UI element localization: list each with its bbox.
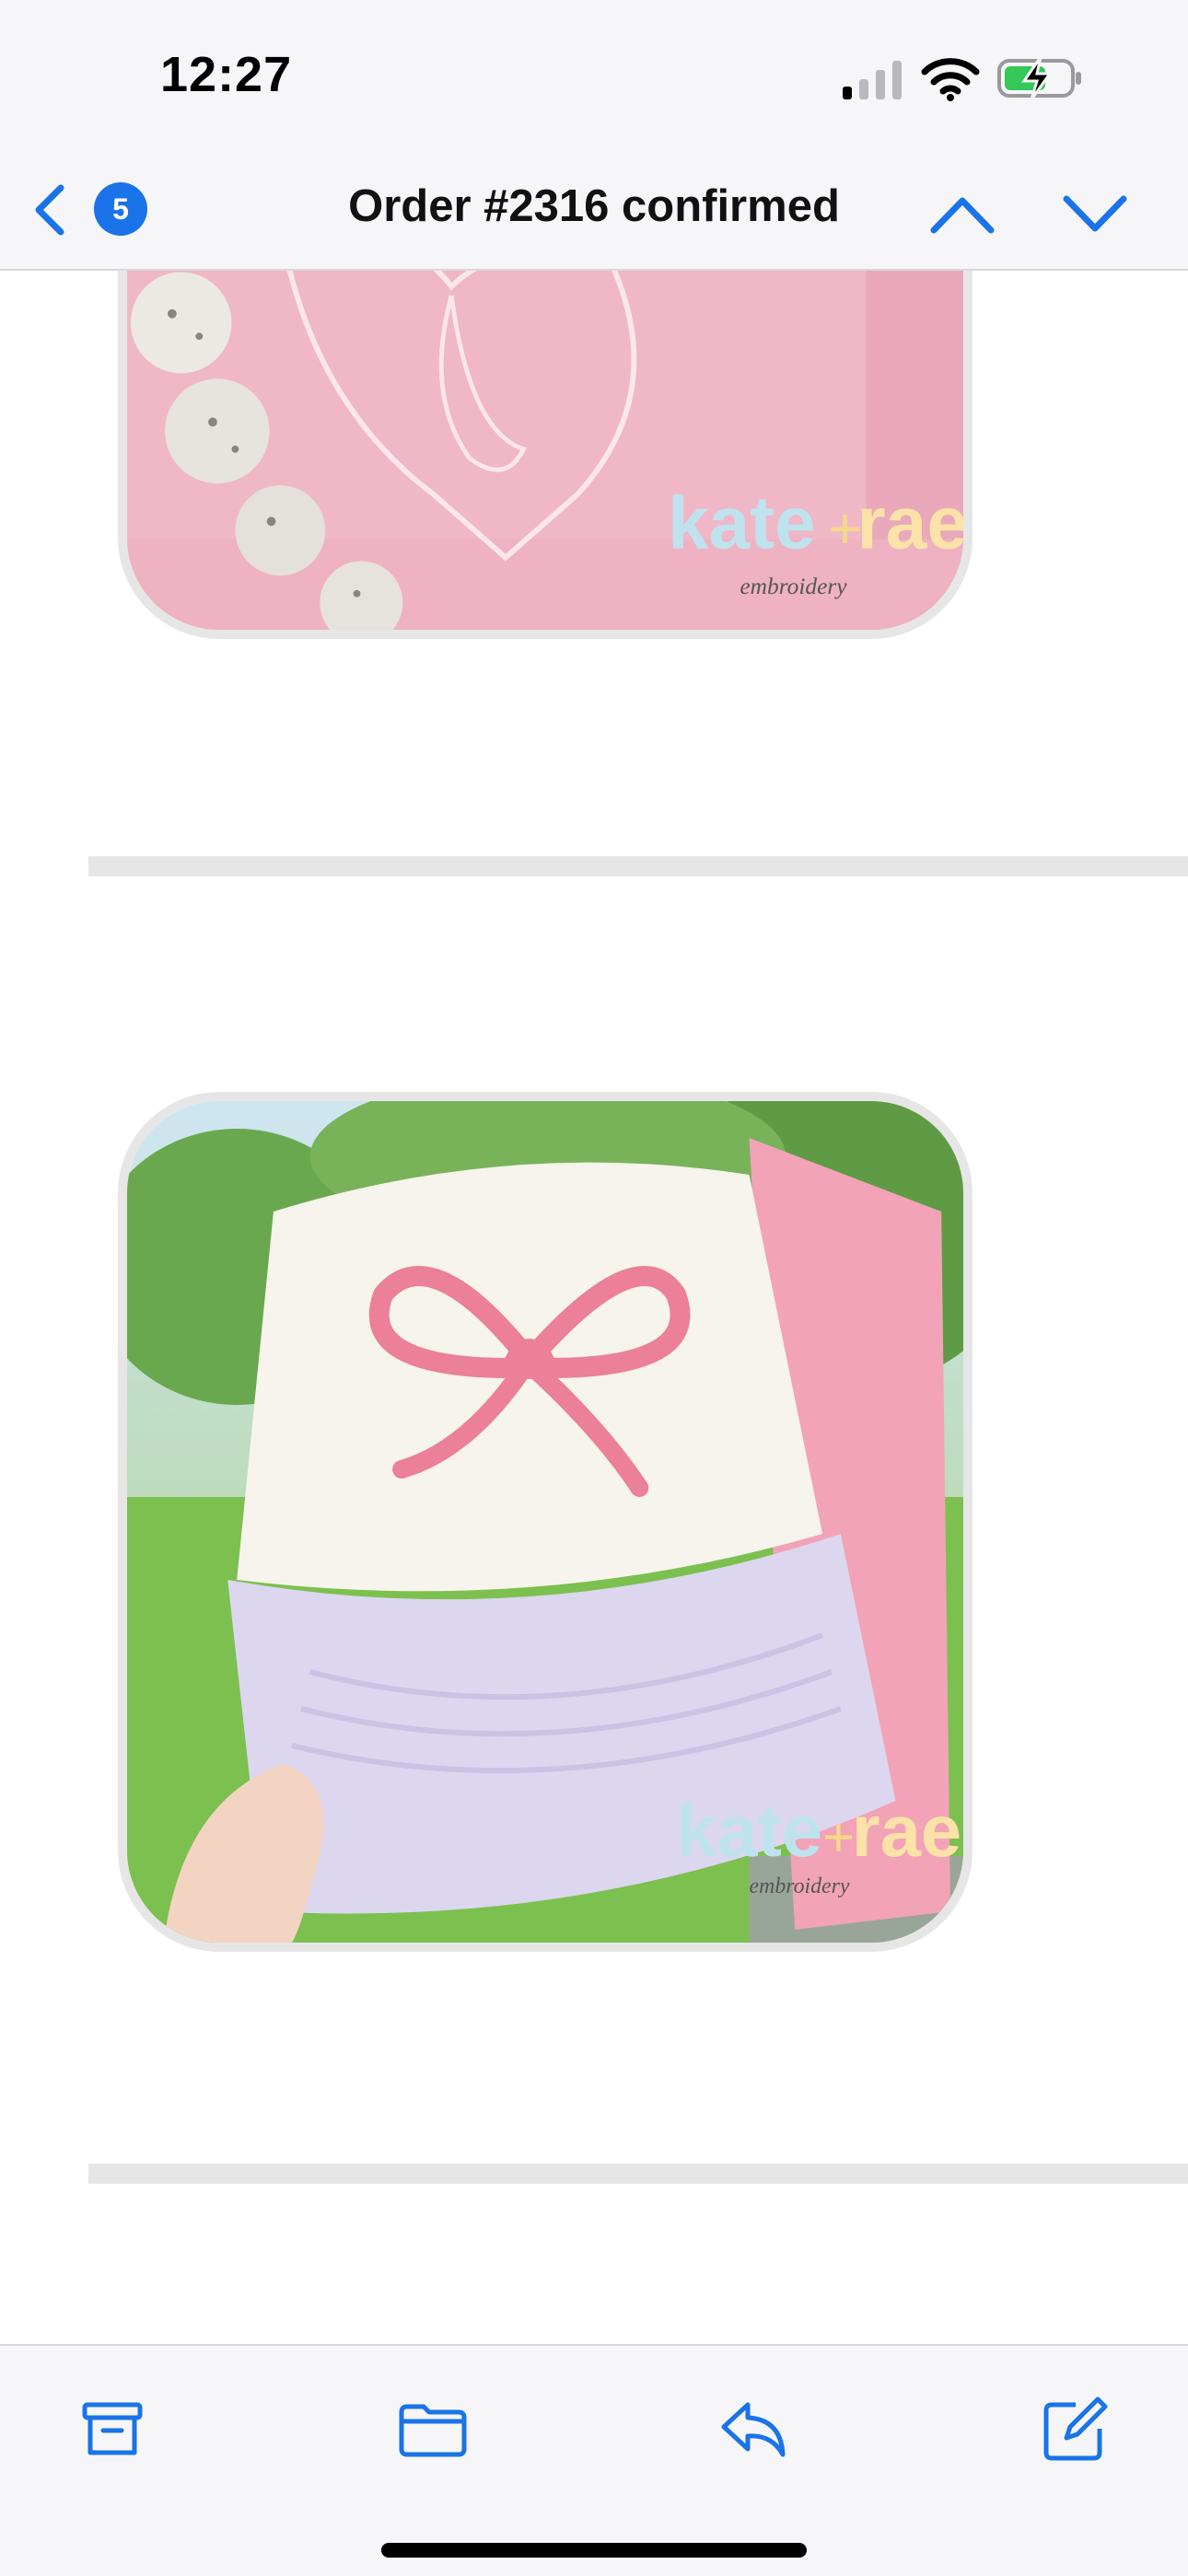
wifi-icon xyxy=(921,58,980,101)
status-time: 12:27 xyxy=(160,47,293,102)
email-body[interactable]: kate + rae embroidery kate + rae embroid… xyxy=(0,271,1188,2344)
svg-text:rae: rae xyxy=(857,482,963,565)
previous-message-button[interactable] xyxy=(926,191,998,238)
nav-bar: 5 Order #2316 confirmed xyxy=(0,138,1188,271)
reply-icon[interactable] xyxy=(716,2392,790,2466)
trucker-hat-photo: kate + rae embroidery xyxy=(127,1101,963,1943)
page-title: Order #2316 confirmed xyxy=(348,181,840,231)
battery-charging-icon xyxy=(997,56,1081,100)
svg-text:embroidery: embroidery xyxy=(740,573,847,599)
svg-text:+: + xyxy=(822,1806,855,1868)
folder-icon[interactable] xyxy=(396,2392,470,2466)
back-button[interactable]: 5 xyxy=(28,179,157,238)
archive-icon[interactable] xyxy=(76,2392,149,2466)
product-image-sweatshirt[interactable]: kate + rae embroidery xyxy=(118,271,973,639)
next-message-button[interactable] xyxy=(1059,191,1131,238)
section-divider xyxy=(88,2164,1188,2184)
cellular-signal-icon xyxy=(843,61,902,99)
status-bar: 12:27 xyxy=(0,0,1188,138)
svg-text:kate: kate xyxy=(668,482,816,565)
unread-count-badge: 5 xyxy=(94,182,147,236)
sweatshirt-photo: kate + rae embroidery xyxy=(127,271,963,630)
svg-text:embroidery: embroidery xyxy=(750,1874,850,1898)
svg-text:kate: kate xyxy=(676,1790,822,1872)
bottom-toolbar xyxy=(0,2344,1188,2576)
home-indicator[interactable] xyxy=(381,2543,807,2558)
product-image-trucker-hat[interactable]: kate + rae embroidery xyxy=(118,1092,973,1952)
compose-icon[interactable] xyxy=(1039,2392,1112,2466)
section-divider xyxy=(88,856,1188,876)
chevron-left-icon xyxy=(35,184,64,236)
svg-text:rae: rae xyxy=(852,1790,961,1872)
